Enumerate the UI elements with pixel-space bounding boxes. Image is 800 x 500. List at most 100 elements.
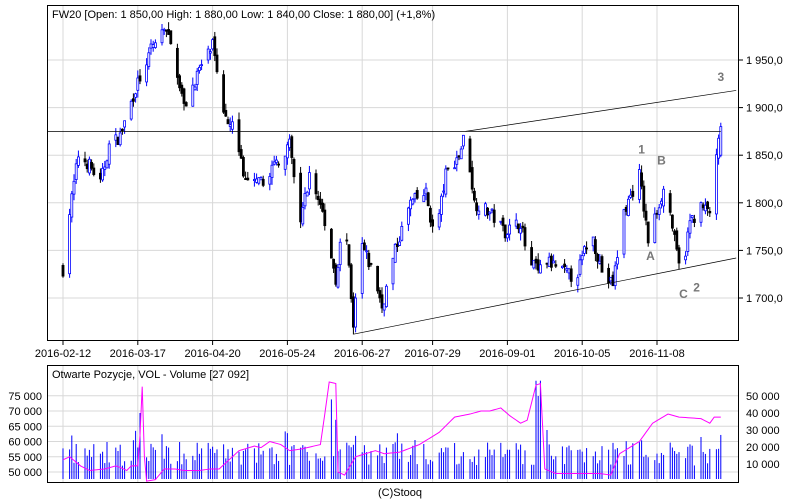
oi-tick-label: 75 000 xyxy=(8,391,42,403)
candle-down xyxy=(180,84,184,94)
candle-down xyxy=(175,47,179,78)
candle-down xyxy=(475,202,479,212)
candle-up xyxy=(477,210,481,215)
candle-up xyxy=(409,199,413,210)
candle-down xyxy=(640,172,643,187)
candle-up xyxy=(147,52,151,67)
candle-up xyxy=(68,214,71,275)
x-tick-label: 2016-03-17 xyxy=(110,348,166,360)
candle-up xyxy=(660,200,663,205)
candle-up xyxy=(499,220,503,223)
candle-up xyxy=(195,70,199,85)
candle-up xyxy=(391,257,395,285)
oi-tick-label: 70 000 xyxy=(8,406,42,418)
candle-up xyxy=(77,156,80,166)
x-tick-label: 2016-02-12 xyxy=(35,348,91,360)
candle-up xyxy=(444,168,448,195)
candle-down xyxy=(169,30,173,45)
candle-down xyxy=(261,178,265,186)
candle-down xyxy=(470,167,474,190)
wave-label: 1 xyxy=(638,142,645,156)
candlesticks xyxy=(61,22,723,335)
trend-line xyxy=(465,90,737,132)
x-tick-label: 2016-06-27 xyxy=(334,348,390,360)
candle-up xyxy=(301,206,305,225)
candle-down xyxy=(138,75,142,82)
x-tick-label: 2016-07-29 xyxy=(404,348,460,360)
wave-label: C xyxy=(679,287,688,301)
candle-up xyxy=(162,28,166,31)
candle-up xyxy=(613,265,617,286)
candle-up xyxy=(274,159,278,163)
candle-up xyxy=(206,48,210,61)
candle-down xyxy=(517,223,520,230)
candle-up xyxy=(101,167,104,181)
candle-up xyxy=(622,209,626,255)
candle-up xyxy=(285,144,289,159)
candle-down xyxy=(184,102,188,107)
candle-down xyxy=(61,265,65,277)
candle-up xyxy=(565,268,569,271)
candle-down xyxy=(607,267,610,284)
candle-down xyxy=(226,119,230,125)
candle-down xyxy=(646,221,650,244)
wave-label: B xyxy=(657,154,666,168)
candle-down xyxy=(323,209,327,227)
candle-down xyxy=(503,224,507,239)
candle-up xyxy=(629,194,632,198)
candle-down xyxy=(332,258,336,269)
candle-down xyxy=(472,190,476,201)
candle-down xyxy=(237,119,241,153)
candle-down xyxy=(182,88,186,104)
candle-up xyxy=(114,134,118,141)
candle-up xyxy=(453,167,457,170)
candle-down xyxy=(321,202,325,212)
candle-down xyxy=(369,263,373,265)
candle-up xyxy=(490,208,494,211)
candle-down xyxy=(90,162,93,169)
candle-up xyxy=(578,259,582,275)
candle-down xyxy=(554,264,558,267)
candle-down xyxy=(378,290,382,299)
candle-up xyxy=(360,243,364,294)
candle-up xyxy=(365,250,369,253)
candle-down xyxy=(521,225,525,229)
candle-up xyxy=(532,259,536,269)
y-tick-label: 1 950,0 xyxy=(746,55,783,67)
oi-tick-label: 50 000 xyxy=(8,467,42,479)
candle-up xyxy=(422,195,426,203)
y-tick-label: 1 850,0 xyxy=(746,150,783,162)
candle-up xyxy=(657,207,661,215)
candle-down xyxy=(415,190,419,199)
candle-down xyxy=(585,247,588,250)
candle-up xyxy=(384,285,388,308)
candle-up xyxy=(638,169,641,200)
candle-up xyxy=(72,180,76,195)
candle-down xyxy=(693,218,696,223)
wave-label: 3 xyxy=(717,70,724,84)
stock-chart: 3 1B A C 2 2016-02-12 2016-03-17 2016-04-20 201… xyxy=(8,5,783,499)
candle-down xyxy=(367,252,371,268)
candle-up xyxy=(514,219,518,227)
candle-down xyxy=(376,265,380,292)
annotation-lines: 3 1B A C 2 xyxy=(48,70,737,335)
chart-title: FW20 [Open: 1 850,00 High: 1 880,00 Low:… xyxy=(52,9,435,21)
footer-credit: (C)Stooq xyxy=(378,487,422,499)
candle-down xyxy=(316,195,320,201)
candle-up xyxy=(153,42,157,48)
candle-down xyxy=(655,212,659,215)
candle-down xyxy=(675,230,679,250)
candle-up xyxy=(483,203,487,216)
candle-down xyxy=(99,172,102,180)
candle-up xyxy=(704,204,707,212)
candle-up xyxy=(255,178,259,183)
y-tick-label: 1 700,0 xyxy=(746,293,783,305)
candle-down xyxy=(708,210,712,214)
candle-up xyxy=(519,228,522,234)
candle-up xyxy=(134,93,138,98)
candle-up xyxy=(686,231,690,252)
candle-up xyxy=(583,246,586,254)
candle-up xyxy=(272,161,276,165)
candle-up xyxy=(424,187,428,195)
candle-down xyxy=(213,36,217,57)
